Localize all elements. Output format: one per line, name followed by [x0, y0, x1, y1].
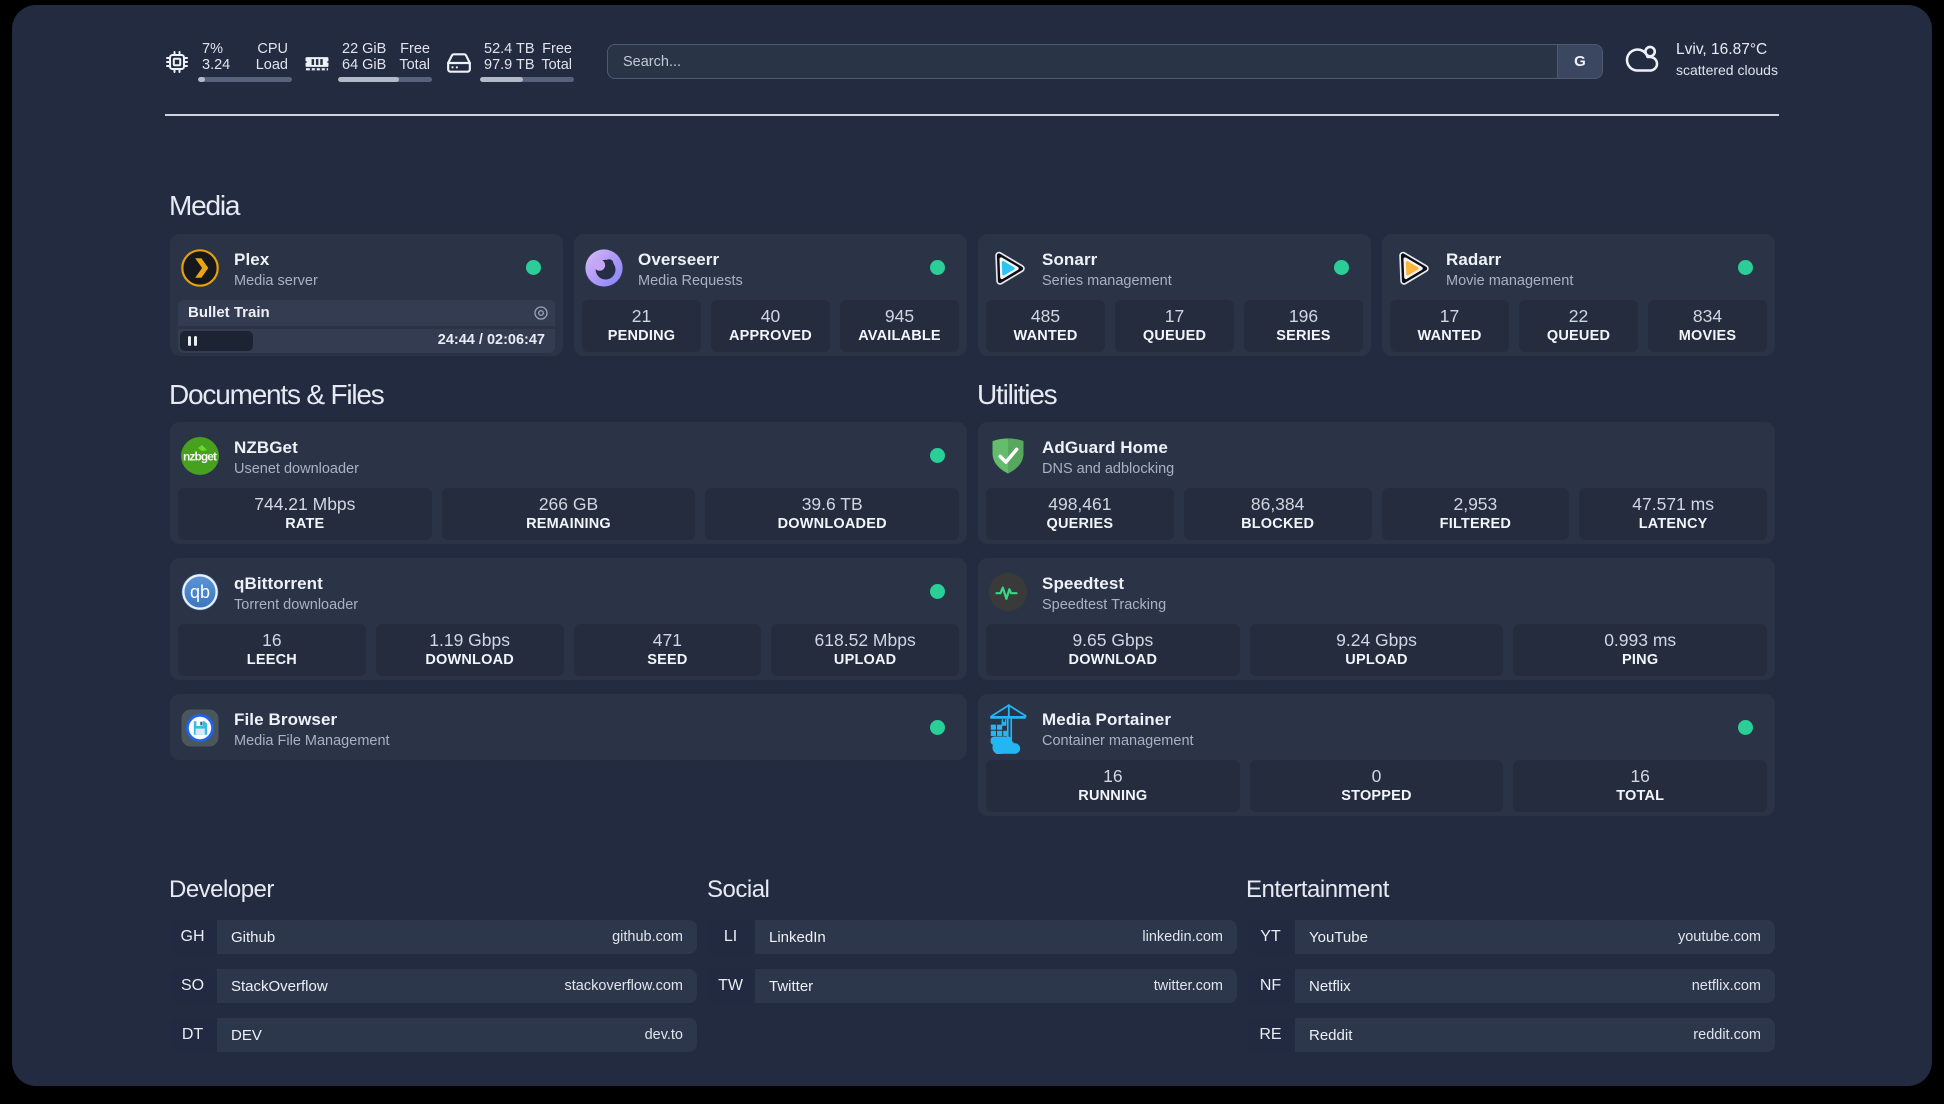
- svg-text:qb: qb: [190, 582, 210, 602]
- svg-text:nzbget: nzbget: [183, 450, 217, 464]
